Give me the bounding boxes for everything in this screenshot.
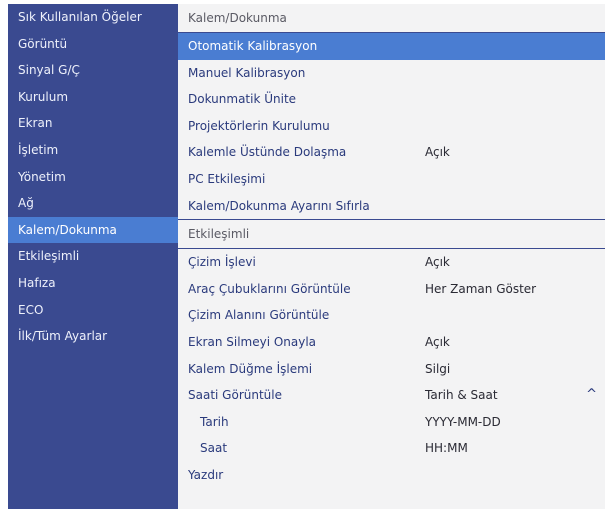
settings-window: Sık Kullanılan Öğeler Görüntü Sinyal G/Ç…: [0, 0, 613, 517]
menu-row-print[interactable]: Yazdır: [178, 462, 605, 489]
row-label: Çizim İşlevi: [188, 255, 256, 270]
row-value: Silgi: [425, 361, 451, 376]
row-label: Çizim Alanını Görüntüle: [188, 308, 330, 323]
row-label: Otomatik Kalibrasyon: [188, 39, 318, 53]
section-header-interactive: Etkileşimli: [178, 219, 605, 250]
row-label: Saati Görüntüle: [188, 388, 282, 403]
menu-row-show-drawing-area[interactable]: Çizim Alanını Görüntüle: [178, 302, 605, 329]
menu-row-time[interactable]: Saat HH:MM: [178, 435, 605, 462]
row-label: Kalemle Üstünde Dolaşma: [188, 145, 347, 160]
menu-row-show-time[interactable]: Saati Görüntüle Tarih & Saat ^: [178, 382, 605, 409]
section-header-pen-touch: Kalem/Dokunma: [178, 4, 605, 33]
sidebar-item-interactive[interactable]: Etkileşimli: [8, 243, 178, 270]
row-label: Kalem/Dokunma Ayarını Sıfırla: [188, 198, 370, 213]
menu-row-pen-hover[interactable]: Kalemle Üstünde Dolaşma Açık: [178, 139, 605, 166]
menu-row-date[interactable]: Tarih YYYY-MM-DD: [178, 409, 605, 436]
row-label: Ekran Silmeyi Onayla: [188, 334, 317, 349]
menu-row-touch-unit[interactable]: Dokunmatik Ünite: [178, 86, 605, 113]
row-value: Tarih & Saat: [425, 388, 498, 403]
chevron-up-icon[interactable]: ^: [586, 382, 597, 409]
row-value: Açık: [425, 255, 450, 270]
row-label: Manuel Kalibrasyon: [188, 65, 306, 80]
menu-row-pen-button-action[interactable]: Kalem Düğme İşlemi Silgi: [178, 356, 605, 383]
sidebar-item-eco[interactable]: ECO: [8, 297, 178, 324]
sidebar-item-installation[interactable]: Kurulum: [8, 84, 178, 111]
sidebar-item-signal-io[interactable]: Sinyal G/Ç: [8, 57, 178, 84]
sidebar-item-display[interactable]: Ekran: [8, 110, 178, 137]
row-label: Kalem Düğme İşlemi: [188, 361, 313, 376]
settings-panel: Kalem/Dokunma Otomatik Kalibrasyon Manue…: [178, 4, 605, 509]
row-value: HH:MM: [425, 441, 468, 456]
menu-row-drawing-function[interactable]: Çizim İşlevi Açık: [178, 249, 605, 276]
sidebar-item-management[interactable]: Yönetim: [8, 164, 178, 191]
row-value: YYYY-MM-DD: [425, 414, 501, 429]
row-label: Yazdır: [188, 467, 224, 482]
menu-row-pc-interaction[interactable]: PC Etkileşimi: [178, 166, 605, 193]
menu-row-show-toolbars[interactable]: Araç Çubuklarını Görüntüle Her Zaman Gös…: [178, 276, 605, 303]
menu-row-confirm-screen-clear[interactable]: Ekran Silmeyi Onayla Açık: [178, 329, 605, 356]
sidebar-item-network[interactable]: Ağ: [8, 190, 178, 217]
sidebar-item-image[interactable]: Görüntü: [8, 31, 178, 58]
menu-row-manual-calibration[interactable]: Manuel Kalibrasyon: [178, 60, 605, 87]
sidebar-item-operation[interactable]: İşletim: [8, 137, 178, 164]
row-value: Açık: [425, 334, 450, 349]
row-label: Saat: [200, 441, 228, 456]
sidebar-item-pen-touch[interactable]: Kalem/Dokunma: [8, 216, 178, 244]
sidebar-item-initial-all-settings[interactable]: İlk/Tüm Ayarlar: [8, 323, 178, 350]
menu-row-projector-setup[interactable]: Projektörlerin Kurulumu: [178, 113, 605, 140]
menu-row-auto-calibration[interactable]: Otomatik Kalibrasyon: [178, 33, 605, 60]
sidebar-menu: Sık Kullanılan Öğeler Görüntü Sinyal G/Ç…: [8, 4, 178, 509]
menu-row-reset-pen-touch[interactable]: Kalem/Dokunma Ayarını Sıfırla: [178, 193, 605, 220]
row-label: Dokunmatik Ünite: [188, 92, 297, 107]
sidebar-item-favorites[interactable]: Sık Kullanılan Öğeler: [8, 4, 178, 31]
sidebar-item-memory[interactable]: Hafıza: [8, 270, 178, 297]
row-label: Projektörlerin Kurulumu: [188, 118, 330, 133]
row-label: Tarih: [200, 414, 229, 429]
row-label: PC Etkileşimi: [188, 171, 266, 186]
row-value: Her Zaman Göster: [425, 281, 537, 296]
row-label: Araç Çubuklarını Görüntüle: [188, 281, 351, 296]
menu-row-partial: [178, 489, 605, 499]
row-value: Açık: [425, 145, 450, 160]
